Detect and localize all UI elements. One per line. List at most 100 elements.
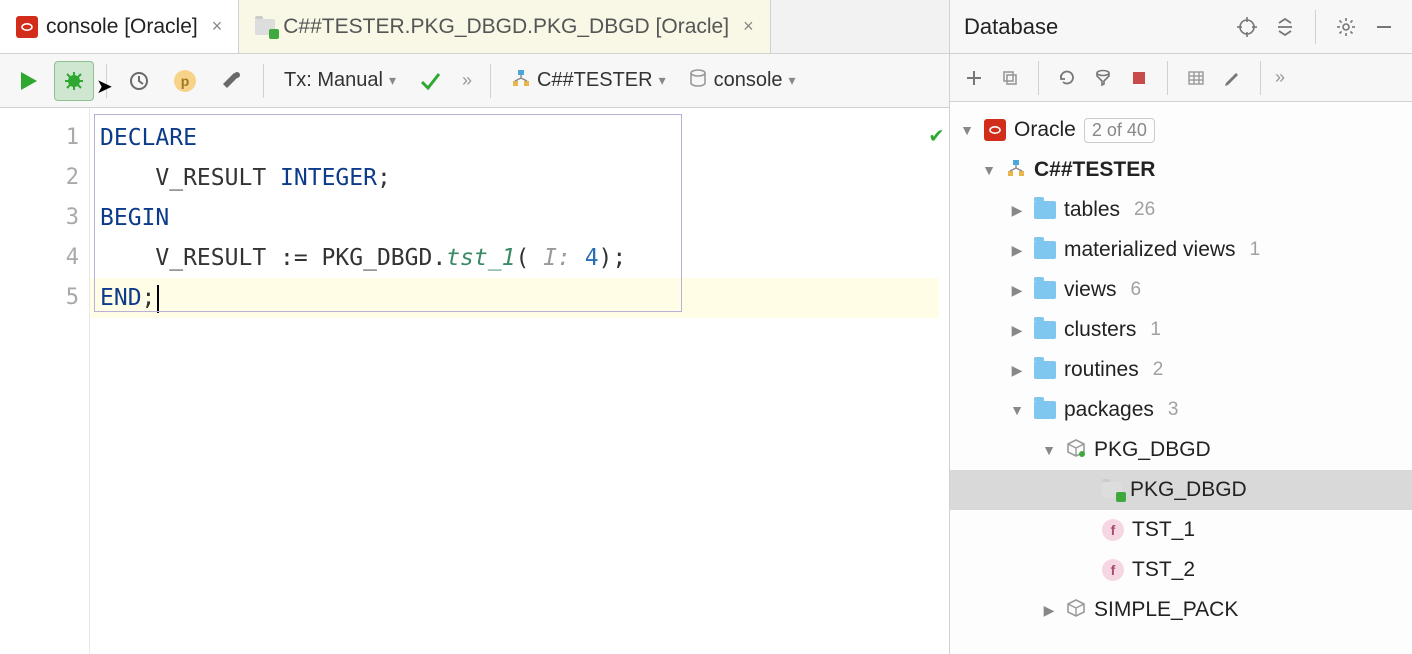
expand-arrow-icon[interactable] xyxy=(1008,242,1026,259)
tree-node-routines[interactable]: routines 2 xyxy=(950,350,1412,390)
expand-arrow-icon[interactable] xyxy=(1008,202,1026,219)
console-session-dropdown[interactable]: console ▾ xyxy=(680,68,804,94)
node-count: 3 xyxy=(1168,399,1179,421)
tree-node-views[interactable]: views 6 xyxy=(950,270,1412,310)
overflow-icon[interactable]: » xyxy=(1275,67,1285,88)
duplicate-icon[interactable] xyxy=(996,64,1024,92)
chevron-down-icon: ▾ xyxy=(389,72,396,89)
tree-node-tst1[interactable]: f TST_1 xyxy=(950,510,1412,550)
node-label: packages xyxy=(1064,398,1154,422)
expand-arrow-icon[interactable] xyxy=(1008,282,1026,299)
tree-node-tables[interactable]: tables 26 xyxy=(950,190,1412,230)
line-number: 2 xyxy=(0,158,79,198)
overflow-icon[interactable]: » xyxy=(456,70,478,91)
console-session-icon xyxy=(688,68,708,94)
database-title: Database xyxy=(964,14,1223,40)
console-toolbar: p Tx: Manual ▾ » C##TESTER ▾ console ▾ xyxy=(0,54,949,108)
node-label: materialized views xyxy=(1064,238,1236,262)
collapse-icon[interactable] xyxy=(1271,13,1299,41)
console-session-label: console xyxy=(714,69,783,92)
minimize-icon[interactable] xyxy=(1370,13,1398,41)
debug-button[interactable] xyxy=(54,61,94,101)
identifier: V_RESULT xyxy=(155,165,266,191)
node-label: PKG_DBGD xyxy=(1094,438,1211,462)
line-number: 3 xyxy=(0,198,79,238)
folder-icon xyxy=(1034,321,1056,339)
tree-node-datasource[interactable]: Oracle 2 of 40 xyxy=(950,110,1412,150)
editor-tab-bar: console [Oracle] × C##TESTER.PKG_DBGD.PK… xyxy=(0,0,949,54)
text-caret xyxy=(157,285,159,313)
table-view-icon[interactable] xyxy=(1182,64,1210,92)
tx-mode-dropdown[interactable]: Tx: Manual ▾ xyxy=(276,69,404,92)
separator xyxy=(490,64,491,98)
close-icon[interactable]: × xyxy=(212,16,223,37)
folder-icon xyxy=(1034,401,1056,419)
tree-node-simple-pack[interactable]: SIMPLE_PACK xyxy=(950,590,1412,630)
chevron-down-icon: ▾ xyxy=(789,72,796,89)
database-tree[interactable]: Oracle 2 of 40 C##TESTER tables 26 mater… xyxy=(950,102,1412,654)
gear-icon[interactable] xyxy=(1332,13,1360,41)
line-number: 1 xyxy=(0,118,79,158)
package-icon xyxy=(1066,438,1086,463)
node-count: 26 xyxy=(1134,199,1155,221)
tree-node-packages[interactable]: packages 3 xyxy=(950,390,1412,430)
tab-package-label: C##TESTER.PKG_DBGD.PKG_DBGD [Oracle] xyxy=(283,15,729,39)
code-editor[interactable]: 1 2 3 4 5 ✔ DECLARE V_RESULT INTEGER; BE… xyxy=(0,108,949,654)
stop-icon[interactable] xyxy=(1125,64,1153,92)
separator xyxy=(1038,61,1039,95)
tree-node-clusters[interactable]: clusters 1 xyxy=(950,310,1412,350)
tree-node-mviews[interactable]: materialized views 1 xyxy=(950,230,1412,270)
database-header: Database xyxy=(950,0,1412,54)
history-button[interactable] xyxy=(119,61,159,101)
separator xyxy=(106,64,107,98)
tree-node-schema[interactable]: C##TESTER xyxy=(950,150,1412,190)
schema-label: C##TESTER xyxy=(537,69,653,92)
commit-button[interactable] xyxy=(410,61,450,101)
expand-arrow-icon[interactable] xyxy=(1040,602,1058,619)
expand-arrow-icon[interactable] xyxy=(1008,402,1026,418)
package-icon xyxy=(1066,598,1086,623)
type-keyword: INTEGER xyxy=(280,165,377,191)
database-toolbar: » xyxy=(950,54,1412,102)
oracle-icon xyxy=(16,16,38,38)
tree-node-tst2[interactable]: f TST_2 xyxy=(950,550,1412,590)
tree-node-pkg-dbgd-body[interactable]: PKG_DBGD xyxy=(950,470,1412,510)
folder-icon xyxy=(1034,281,1056,299)
schema-icon xyxy=(511,68,531,93)
filter-icon[interactable] xyxy=(1089,64,1117,92)
close-icon[interactable]: × xyxy=(743,16,754,37)
tab-console-label: console [Oracle] xyxy=(46,15,198,39)
chevron-down-icon: ▾ xyxy=(659,72,666,89)
run-button[interactable] xyxy=(8,61,48,101)
explain-plan-button[interactable]: p xyxy=(165,61,205,101)
edit-icon[interactable] xyxy=(1218,64,1246,92)
keyword: END xyxy=(100,285,142,311)
node-count: 2 xyxy=(1153,359,1164,381)
node-label: SIMPLE_PACK xyxy=(1094,598,1238,622)
editor-pane: console [Oracle] × C##TESTER.PKG_DBGD.PK… xyxy=(0,0,950,654)
folder-icon xyxy=(1034,201,1056,219)
separator xyxy=(263,64,264,98)
expand-arrow-icon[interactable] xyxy=(1008,362,1026,379)
expand-arrow-icon[interactable] xyxy=(958,122,976,138)
new-datasource-icon[interactable] xyxy=(960,64,988,92)
target-icon[interactable] xyxy=(1233,13,1261,41)
node-label: routines xyxy=(1064,358,1139,382)
node-count: 6 xyxy=(1131,279,1142,301)
node-label: views xyxy=(1064,278,1117,302)
schema-icon xyxy=(1006,158,1026,183)
tab-package[interactable]: C##TESTER.PKG_DBGD.PKG_DBGD [Oracle] × xyxy=(239,0,770,53)
oracle-icon xyxy=(984,119,1006,141)
code-area[interactable]: ✔ DECLARE V_RESULT INTEGER; BEGIN V_RESU… xyxy=(90,108,949,654)
function-call: tst_1 xyxy=(446,245,515,271)
tab-console[interactable]: console [Oracle] × xyxy=(0,0,239,53)
separator xyxy=(1315,10,1316,44)
node-count: 2 of 40 xyxy=(1084,118,1155,143)
tree-node-pkg-dbgd[interactable]: PKG_DBGD xyxy=(950,430,1412,470)
refresh-icon[interactable] xyxy=(1053,64,1081,92)
expand-arrow-icon[interactable] xyxy=(1040,442,1058,458)
settings-button[interactable] xyxy=(211,61,251,101)
expand-arrow-icon[interactable] xyxy=(1008,322,1026,339)
expand-arrow-icon[interactable] xyxy=(980,162,998,178)
schema-dropdown[interactable]: C##TESTER ▾ xyxy=(503,68,674,93)
